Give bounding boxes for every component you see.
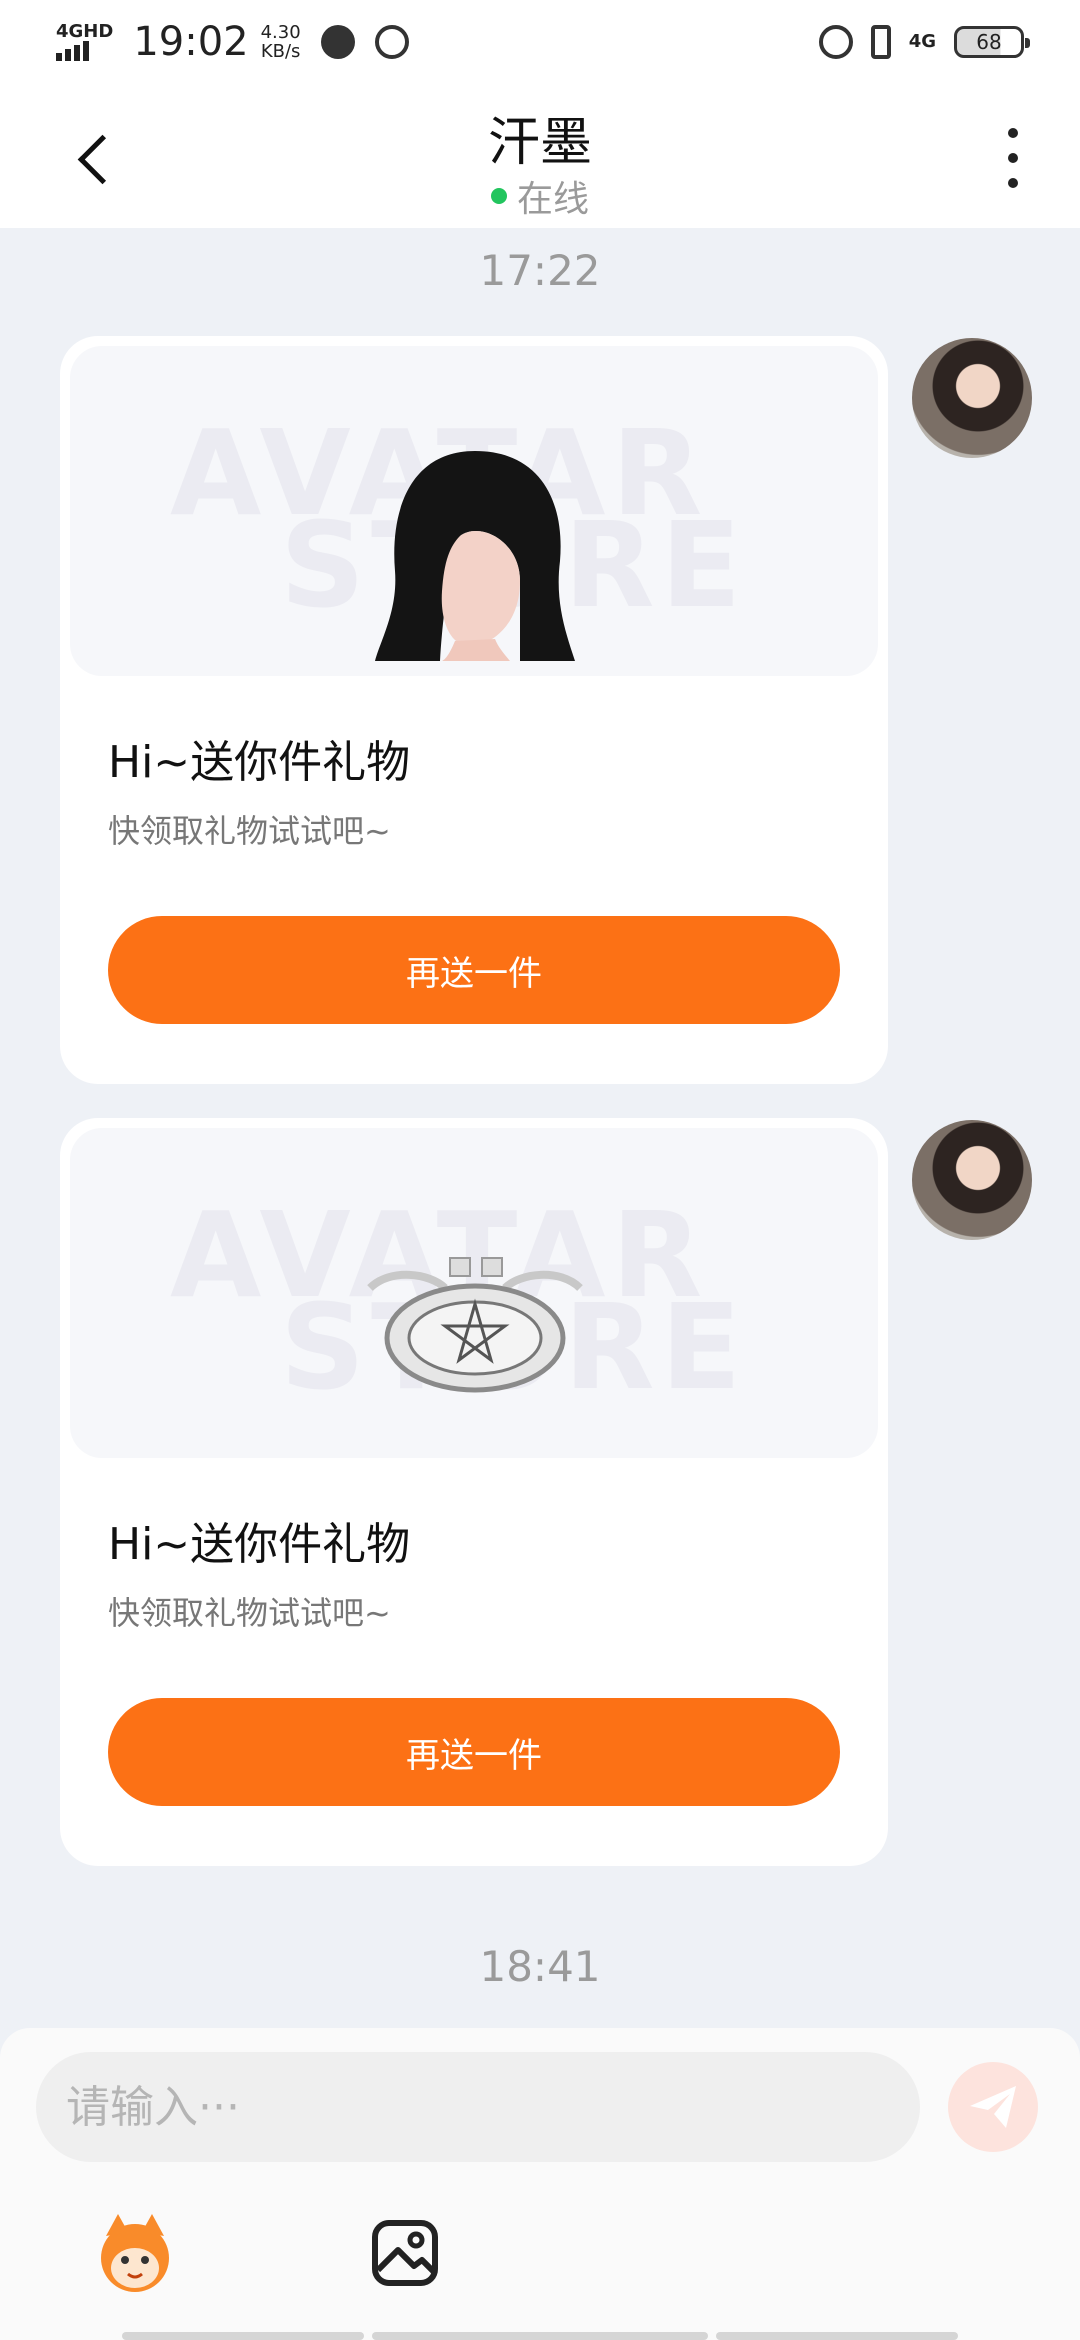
gift-title: Hi~送你件礼物 <box>108 1519 411 1570</box>
gift-description: 快领取礼物试试吧~ <box>108 812 391 850</box>
network-label: 4GHD <box>56 21 114 42</box>
chat-input-area <box>0 2028 1080 2340</box>
gift-image[interactable]: AVATAR STORE <box>70 1128 878 1458</box>
avatar[interactable] <box>912 338 1032 458</box>
gift-title: Hi~送你件礼物 <box>108 737 411 788</box>
contact-name: 汗墨 <box>487 113 592 173</box>
hair-gift-icon <box>375 451 575 661</box>
gift-message-card: AVATAR STORE Hi~送你件礼物 快领取礼物试试吧~ 再送一件 <box>60 336 888 1084</box>
gift-description: 快领取礼物试试吧~ <box>108 1594 391 1632</box>
bottom-indicator <box>372 2332 708 2340</box>
chat-header: 汗墨 在线 <box>0 84 1080 228</box>
bottom-indicator <box>122 2332 364 2340</box>
battery-level: 68 <box>976 30 1002 54</box>
mascot-emoji-icon[interactable] <box>90 2208 180 2298</box>
battery-icon: 68 <box>954 26 1030 58</box>
gift-message-card: AVATAR STORE Hi~送你件礼物 快领取礼物试试吧~ 再送一件 <box>60 1118 888 1866</box>
message-input[interactable] <box>36 2052 920 2162</box>
image-icon[interactable] <box>360 2208 450 2298</box>
online-dot-icon <box>490 188 507 204</box>
app-notification-icon-2 <box>374 25 409 59</box>
signal-bars-icon <box>56 41 89 61</box>
online-status: 在线 <box>0 170 1080 222</box>
bottom-indicator <box>716 2332 958 2340</box>
send-another-button[interactable]: 再送一件 <box>108 1698 840 1806</box>
send-another-button[interactable]: 再送一件 <box>108 916 840 1024</box>
more-vertical-icon[interactable] <box>998 128 1028 188</box>
message-timestamp: 17:22 <box>479 246 601 295</box>
online-status-label: 在线 <box>516 179 589 220</box>
network-speed: 4.30 KB/s <box>261 23 301 61</box>
pentagram-ring-icon <box>367 1257 583 1393</box>
send-icon[interactable] <box>948 2062 1038 2152</box>
app-notification-icon <box>320 25 355 59</box>
gift-image[interactable]: AVATAR STORE <box>70 346 878 676</box>
status-time: 19:02 <box>133 19 249 65</box>
mobile-data-label: 4G <box>908 31 936 52</box>
status-bar: 4GHD 19:02 4.30 KB/s 4G 68 <box>0 0 1080 84</box>
alarm-icon <box>818 25 853 59</box>
network-speed-value: 4.30 <box>260 22 301 43</box>
network-indicator: 4GHD <box>56 23 113 61</box>
input-toolbar <box>0 2208 1080 2318</box>
vibrate-icon <box>870 25 891 59</box>
avatar[interactable] <box>912 1120 1032 1240</box>
network-speed-unit: KB/s <box>260 41 301 62</box>
message-timestamp: 18:41 <box>479 1942 601 1991</box>
